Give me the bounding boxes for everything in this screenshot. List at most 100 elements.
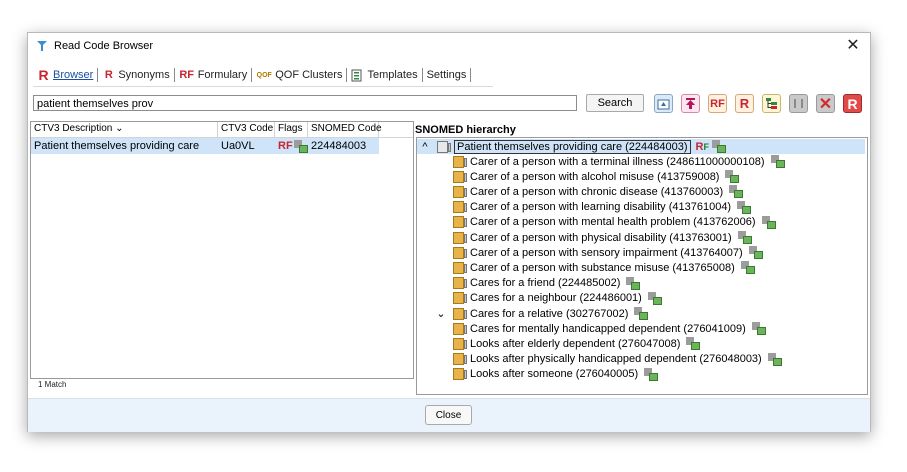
tree-node[interactable]: Looks after elderly dependent (276047008… <box>453 336 701 351</box>
tree-node[interactable]: Carer of a person with sensory impairmen… <box>453 245 763 260</box>
tree-node[interactable]: Cares for a neighbour (224486001) <box>453 291 662 306</box>
tab-divider <box>470 68 472 82</box>
tree-node[interactable]: Cares for mentally handicapped dependent… <box>453 321 766 336</box>
search-input[interactable]: patient themselves prov <box>33 95 577 111</box>
tree-node-label: Carer of a person with substance misuse … <box>470 261 735 274</box>
concept-icon <box>453 216 467 229</box>
map-icon <box>740 261 755 275</box>
results-table: CTV3 Description ⌄ CTV3 Code Flags SNOME… <box>30 121 414 379</box>
column-ctv3-code[interactable]: CTV3 Code <box>218 122 275 137</box>
tree-node[interactable]: Cares for a friend (224485002) <box>453 276 641 291</box>
concept-icon <box>453 155 467 168</box>
cell-snomed-code: 224484003 <box>311 140 367 152</box>
split-icon[interactable] <box>789 94 808 113</box>
tree-node[interactable]: Looks after someone (276040005) <box>453 367 659 382</box>
search-button[interactable]: Search <box>586 94 644 112</box>
concept-icon <box>453 307 467 320</box>
map-icon <box>711 140 726 153</box>
synonym-icon[interactable]: R <box>735 94 754 113</box>
map-icon <box>647 291 662 305</box>
tab-synonyms[interactable]: R Synonyms <box>98 67 173 83</box>
concept-icon <box>437 140 451 153</box>
map-icon <box>770 155 785 168</box>
title-bar: Read Code Browser ✕ <box>28 33 870 59</box>
tab-settings[interactable]: Settings <box>423 67 471 83</box>
browser-tab-icon: R <box>38 67 49 83</box>
hierarchy-icon[interactable] <box>762 94 781 113</box>
formulary-tab-icon: RF <box>179 69 195 81</box>
read-icon[interactable]: R <box>843 94 862 113</box>
formulary-icon[interactable]: RF <box>708 94 727 113</box>
map-icon <box>725 170 740 184</box>
tab-underline <box>33 86 493 87</box>
map-icon <box>748 246 763 260</box>
map-icon <box>626 276 641 290</box>
formulary-flag-icon: RF <box>278 140 293 152</box>
table-header: CTV3 Description ⌄ CTV3 Code Flags SNOME… <box>31 122 413 138</box>
tree-node-label: Looks after elderly dependent (276047008… <box>470 337 681 350</box>
formulary-flag-icon: RF <box>695 140 709 153</box>
tab-qof-clusters[interactable]: QOF QOF Clusters <box>252 67 346 83</box>
tab-bar: R Browser R Synonyms RF Formulary QOF QO… <box>33 66 472 84</box>
expand-chevron-icon[interactable]: ⌄ <box>435 307 447 320</box>
tree-node-label: Carer of a person with alcohol misuse (4… <box>470 170 720 183</box>
column-ctv3-description[interactable]: CTV3 Description ⌄ <box>31 122 218 137</box>
tab-formulary[interactable]: RF Formulary <box>175 67 252 83</box>
close-button[interactable]: Close <box>425 405 472 425</box>
cell-description: Patient themselves providing care <box>34 140 200 152</box>
map-icon <box>644 367 659 381</box>
tree-node-label: Looks after physically handicapped depen… <box>470 353 762 366</box>
snomed-hierarchy-tree: ^ Patient themselves providing care (224… <box>416 137 868 395</box>
tab-browser[interactable]: R Browser <box>33 67 97 83</box>
collapse-chevron-icon[interactable]: ^ <box>419 141 431 153</box>
concept-icon <box>453 292 467 305</box>
home-up-icon[interactable] <box>654 94 673 113</box>
tree-node[interactable]: Carer of a person with chronic disease (… <box>453 184 744 199</box>
concept-icon <box>453 231 467 244</box>
tree-node[interactable]: Carer of a person with a terminal illnes… <box>453 154 785 169</box>
concept-icon <box>453 277 467 290</box>
map-icon <box>761 215 776 229</box>
tree-root-node[interactable]: ^ Patient themselves providing care (224… <box>417 139 865 154</box>
synonyms-tab-icon: R <box>104 69 113 81</box>
window-close-icon[interactable]: ✕ <box>842 36 864 56</box>
map-icon <box>686 337 701 351</box>
tree-node[interactable]: ⌄ Cares for a relative (302767002) <box>436 306 649 321</box>
tree-node[interactable]: Carer of a person with mental health pro… <box>453 215 776 230</box>
concept-icon <box>453 337 467 350</box>
tree-node-label: Cares for a friend (224485002) <box>470 277 621 290</box>
tree-node-label: Carer of a person with chronic disease (… <box>470 185 724 198</box>
table-row[interactable]: Patient themselves providing care Ua0VL … <box>31 138 379 154</box>
concept-icon <box>453 353 467 366</box>
delete-icon[interactable]: ✕ <box>816 94 835 113</box>
tree-node[interactable]: Carer of a person with substance misuse … <box>453 260 755 275</box>
tree-node[interactable]: Looks after physically handicapped depen… <box>453 352 782 367</box>
tab-label: Browser <box>53 69 94 81</box>
map-icon <box>751 322 766 336</box>
tab-label: QOF Clusters <box>275 69 343 81</box>
map-icon <box>293 139 308 153</box>
window-title: Read Code Browser <box>54 40 154 52</box>
app-logo-icon <box>37 41 47 51</box>
tree-node-label: Cares for a relative (302767002) <box>470 307 629 320</box>
map-icon <box>737 200 752 214</box>
tree-node[interactable]: Carer of a person with learning disabili… <box>453 200 752 215</box>
tree-node-label: Cares for mentally handicapped dependent… <box>470 322 746 335</box>
tab-templates[interactable]: Templates <box>347 67 421 83</box>
concept-icon <box>453 185 467 198</box>
template-icon <box>351 69 362 81</box>
map-icon <box>634 307 649 320</box>
concept-icon <box>453 322 467 335</box>
column-snomed-code[interactable]: SNOMED Code <box>308 122 382 137</box>
concept-icon <box>453 261 467 274</box>
map-icon <box>729 185 744 199</box>
tree-node[interactable]: Carer of a person with physical disabili… <box>453 230 752 245</box>
tree-node[interactable]: Carer of a person with alcohol misuse (4… <box>453 169 740 184</box>
concept-icon <box>453 170 467 183</box>
tree-node-label: Carer of a person with mental health pro… <box>470 216 756 229</box>
tab-label: Settings <box>426 69 467 81</box>
concept-icon <box>453 201 467 214</box>
qof-tab-icon: QOF <box>256 71 272 79</box>
column-flags[interactable]: Flags <box>275 122 308 137</box>
top-level-icon[interactable] <box>681 94 700 113</box>
